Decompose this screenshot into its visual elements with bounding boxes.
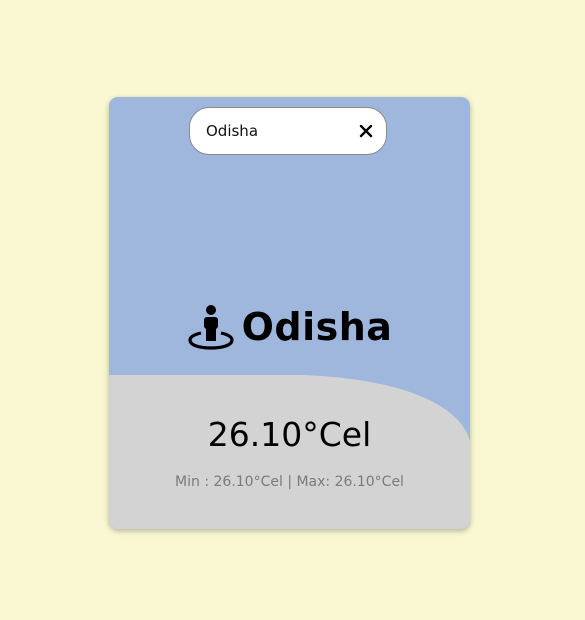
temperature: 26.10°Cel [207,415,372,454]
search-box[interactable] [189,107,387,155]
person-pin-icon [187,303,235,351]
search-input[interactable] [206,108,346,154]
weather-card: Odisha 26.10°Cel Min : 26.10°Cel | Max: … [109,97,470,529]
min-max-temperature: Min : 26.10°Cel | Max: 26.10°Cel [175,474,404,490]
close-icon[interactable] [354,119,378,143]
city-name: Odisha [241,305,393,349]
location-heading: Odisha [109,297,470,357]
